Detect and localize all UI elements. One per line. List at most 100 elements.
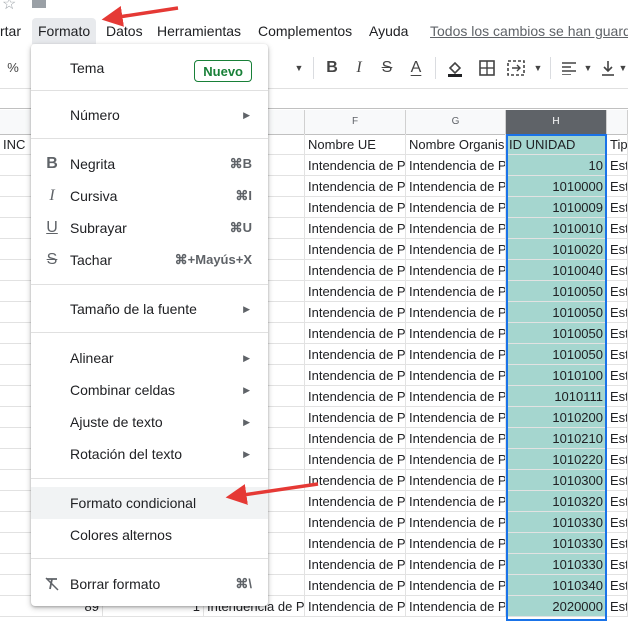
table-cell[interactable]: Est [607, 239, 628, 260]
menu-item-tamano-fuente[interactable]: Tamaño de la fuente ▶ [31, 293, 268, 325]
id-unidad-cell[interactable]: 1010340 [506, 575, 607, 596]
table-cell[interactable]: Est [607, 365, 628, 386]
table-cell[interactable]: Intendencia de P [406, 533, 506, 554]
table-cell[interactable]: Est [607, 554, 628, 575]
table-cell[interactable]: Intendencia de P [305, 449, 406, 470]
table-cell[interactable]: Intendencia de P [406, 176, 506, 197]
table-cell[interactable]: Intendencia de P [406, 239, 506, 260]
table-cell[interactable]: Intendencia de P [406, 365, 506, 386]
menu-item-rotacion-texto[interactable]: Rotación del texto ▶ [31, 438, 268, 470]
table-cell[interactable]: Est [607, 407, 628, 428]
id-unidad-cell[interactable]: 2020000 [506, 596, 607, 617]
table-cell[interactable]: Intendencia de P [305, 344, 406, 365]
table-cell[interactable]: Intendencia de P [406, 155, 506, 176]
id-unidad-cell[interactable]: 1010050 [506, 344, 607, 365]
table-cell[interactable]: Intendencia de P [406, 491, 506, 512]
table-cell[interactable]: Intendencia de P [406, 428, 506, 449]
table-cell[interactable]: Intendencia de P [406, 596, 506, 617]
id-unidad-cell[interactable]: 1010020 [506, 239, 607, 260]
id-unidad-cell[interactable]: 10 [506, 155, 607, 176]
table-cell[interactable]: Intendencia de P [406, 575, 506, 596]
menu-item-borrar-formato[interactable]: Borrar formato ⌘\ [31, 568, 268, 600]
table-cell[interactable]: Est [607, 260, 628, 281]
table-cell[interactable]: Intendencia de P [406, 302, 506, 323]
table-cell[interactable]: Intendencia de P [305, 239, 406, 260]
table-cell[interactable]: Intendencia de P [305, 323, 406, 344]
table-cell[interactable]: Est [607, 281, 628, 302]
id-unidad-cell[interactable]: 1010330 [506, 512, 607, 533]
table-cell[interactable]: Intendencia de P [406, 554, 506, 575]
table-cell[interactable]: Intendencia de P [406, 197, 506, 218]
table-cell[interactable]: Est [607, 176, 628, 197]
header-cell[interactable]: Nombre UE [305, 134, 406, 155]
menu-item-tachar[interactable]: S Tachar ⌘+Mayús+X [31, 244, 268, 276]
table-cell[interactable]: Est [607, 596, 628, 617]
table-cell[interactable]: Est [607, 386, 628, 407]
table-cell[interactable]: Intendencia de P [305, 596, 406, 617]
table-cell[interactable]: Est [607, 491, 628, 512]
table-cell[interactable]: Intendencia de P [305, 407, 406, 428]
table-cell[interactable]: Intendencia de P [305, 575, 406, 596]
id-unidad-cell[interactable]: 1010050 [506, 302, 607, 323]
menu-item-subrayar[interactable]: U Subrayar ⌘U [31, 212, 268, 244]
table-cell[interactable]: Intendencia de P [406, 407, 506, 428]
table-cell[interactable]: Intendencia de P [305, 386, 406, 407]
header-cell-id-unidad[interactable]: ID UNIDAD [506, 134, 607, 155]
menu-item-formato-condicional[interactable]: Formato condicional [31, 487, 268, 519]
id-unidad-cell[interactable]: 1010210 [506, 428, 607, 449]
table-cell[interactable]: Intendencia de P [305, 554, 406, 575]
table-cell[interactable]: Intendencia de P [406, 323, 506, 344]
table-cell[interactable]: Intendencia de P [305, 533, 406, 554]
menu-item-numero[interactable]: Número ▶ [31, 99, 268, 131]
table-cell[interactable]: Intendencia de P [305, 491, 406, 512]
table-cell[interactable]: Intendencia de P [406, 449, 506, 470]
menu-item-cursiva[interactable]: I Cursiva ⌘I [31, 180, 268, 212]
table-cell[interactable]: Intendencia de P [305, 365, 406, 386]
menu-item-combinar-celdas[interactable]: Combinar celdas ▶ [31, 374, 268, 406]
id-unidad-cell[interactable]: 1010050 [506, 323, 607, 344]
id-unidad-cell[interactable]: 1010100 [506, 365, 607, 386]
table-cell[interactable]: Intendencia de P [305, 428, 406, 449]
id-unidad-cell[interactable]: 1010200 [506, 407, 607, 428]
table-cell[interactable]: Intendencia de P [305, 197, 406, 218]
id-unidad-cell[interactable]: 1010010 [506, 218, 607, 239]
table-cell[interactable]: Est [607, 470, 628, 491]
table-cell[interactable]: Est [607, 323, 628, 344]
menu-item-colores-alternos[interactable]: Colores alternos [31, 519, 268, 551]
menu-item-tema[interactable]: Tema Nuevo [31, 50, 268, 88]
table-cell[interactable]: Est [607, 197, 628, 218]
table-cell[interactable]: Intendencia de P [305, 302, 406, 323]
menu-item-ajuste-texto[interactable]: Ajuste de texto ▶ [31, 406, 268, 438]
id-unidad-cell[interactable]: 1010220 [506, 449, 607, 470]
table-cell[interactable]: Intendencia de P [406, 281, 506, 302]
table-cell[interactable]: Est [607, 575, 628, 596]
table-cell[interactable]: Intendencia de P [305, 470, 406, 491]
table-cell[interactable]: Est [607, 155, 628, 176]
id-unidad-cell[interactable]: 1010009 [506, 197, 607, 218]
table-cell[interactable]: Est [607, 533, 628, 554]
table-cell[interactable]: Est [607, 344, 628, 365]
id-unidad-cell[interactable]: 1010330 [506, 533, 607, 554]
table-cell[interactable]: Intendencia de P [406, 386, 506, 407]
table-cell[interactable]: Intendencia de P [406, 470, 506, 491]
table-cell[interactable]: Est [607, 428, 628, 449]
table-cell[interactable]: Intendencia de P [406, 260, 506, 281]
menu-item-negrita[interactable]: B Negrita ⌘B [31, 148, 268, 180]
header-cell[interactable]: Nombre Organis [406, 134, 506, 155]
table-cell[interactable]: Est [607, 218, 628, 239]
table-cell[interactable]: Est [607, 512, 628, 533]
id-unidad-cell[interactable]: 1010320 [506, 491, 607, 512]
table-cell[interactable]: Intendencia de P [406, 512, 506, 533]
table-cell[interactable]: Intendencia de P [406, 344, 506, 365]
table-cell[interactable]: Intendencia de P [305, 281, 406, 302]
header-cell[interactable]: Tip [607, 134, 628, 155]
id-unidad-cell[interactable]: 1010330 [506, 554, 607, 575]
menu-item-alinear[interactable]: Alinear ▶ [31, 342, 268, 374]
table-cell[interactable]: Intendencia de P [305, 176, 406, 197]
id-unidad-cell[interactable]: 1010040 [506, 260, 607, 281]
table-cell[interactable]: Intendencia de P [305, 155, 406, 176]
table-cell[interactable]: Intendencia de P [305, 260, 406, 281]
id-unidad-cell[interactable]: 1010300 [506, 470, 607, 491]
id-unidad-cell[interactable]: 1010050 [506, 281, 607, 302]
table-cell[interactable]: Est [607, 302, 628, 323]
